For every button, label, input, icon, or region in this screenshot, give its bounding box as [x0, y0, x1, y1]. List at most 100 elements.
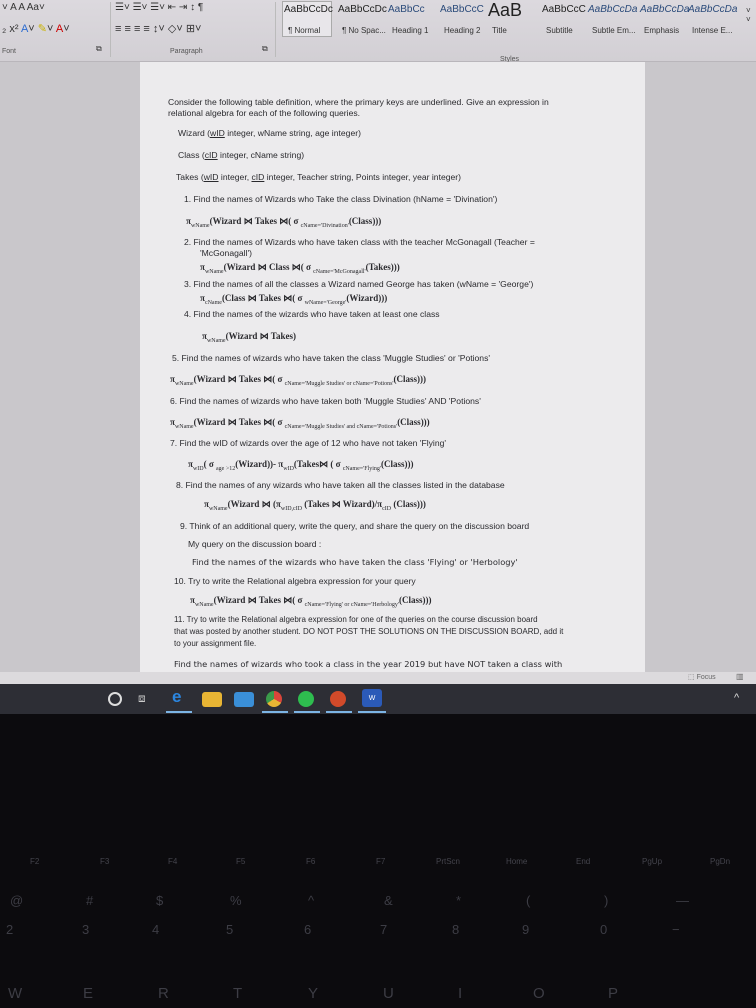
- function-key[interactable]: Home: [506, 857, 527, 866]
- function-key[interactable]: PrtScn: [436, 857, 460, 866]
- paragraph-dialog-launcher-icon[interactable]: ⧉: [262, 44, 268, 54]
- key-letter[interactable]: W: [8, 985, 22, 1002]
- style-name: Heading 1: [392, 26, 429, 35]
- font-format-row[interactable]: ₂ x² A˅ ✎˅ A˅: [2, 22, 70, 35]
- function-key[interactable]: F3: [100, 857, 109, 866]
- align-controls[interactable]: ≡ ≡ ≡ ≡ ↕˅ ◇˅ ⊞˅: [115, 22, 201, 35]
- chevron-up-icon[interactable]: ^: [734, 692, 739, 704]
- my-query: Find the names of the wizards who have t…: [192, 557, 518, 567]
- intro-line-2: relational algebra for each of the follo…: [168, 108, 361, 118]
- question-11-line-1: 11. Try to write the Relational algebra …: [174, 615, 538, 624]
- expr-part: (Wizard ⋈ Takes ⋈( σ: [209, 216, 301, 226]
- key-letter[interactable]: E: [83, 985, 93, 1002]
- key-letter[interactable]: R: [158, 985, 169, 1002]
- font-controls[interactable]: ˅ A A Aa˅: [2, 2, 45, 13]
- document-page[interactable]: Consider the following table definition,…: [140, 62, 645, 684]
- key-digit[interactable]: 8: [452, 922, 459, 937]
- expression-4: πwName(Wizard ⋈ Takes): [202, 331, 296, 344]
- list-controls[interactable]: ☰˅ ☰˅ ☰˅ ⇤ ⇥ ↕ ¶: [115, 2, 203, 13]
- key-symbol[interactable]: —: [676, 893, 689, 908]
- key-digit[interactable]: −: [672, 922, 680, 937]
- powerpoint-icon[interactable]: [330, 691, 346, 707]
- key-digit[interactable]: 9: [522, 922, 529, 937]
- expr-part: (Wizard))): [346, 293, 388, 303]
- key-letter[interactable]: O: [533, 985, 545, 1002]
- expression-3: πcName(Class ⋈ Takes ⋈( σ wName='George'…: [200, 293, 387, 306]
- expr-subscript: wName: [204, 268, 224, 275]
- file-explorer-icon[interactable]: [202, 692, 222, 707]
- function-key[interactable]: F7: [376, 857, 385, 866]
- key-symbol[interactable]: @: [10, 893, 23, 908]
- chrome-icon[interactable]: [266, 691, 282, 707]
- key-symbol[interactable]: %: [230, 893, 242, 908]
- class-schema: Class (cID integer, cName string): [178, 150, 305, 160]
- expression-1: πwName(Wizard ⋈ Takes ⋈( σ cName='Divina…: [186, 216, 381, 229]
- expression-6: πwName(Wizard ⋈ Takes ⋈( σ cName='Muggle…: [170, 417, 430, 430]
- style-preview[interactable]: AaBbCcDa: [588, 4, 637, 15]
- key-letter[interactable]: I: [458, 985, 462, 1002]
- style-preview[interactable]: AaBbCcDa: [688, 4, 737, 15]
- style-preview[interactable]: AaBbCcC: [542, 4, 586, 15]
- key-symbol[interactable]: &: [384, 893, 393, 908]
- question-9: 9. Think of an additional query, write t…: [180, 521, 530, 531]
- key-symbol[interactable]: (: [526, 893, 530, 908]
- style-preview[interactable]: AaBbCcDc: [338, 4, 387, 15]
- font-dialog-launcher-icon[interactable]: ⧉: [96, 44, 102, 54]
- function-key[interactable]: PgUp: [642, 857, 662, 866]
- expr-subscript: cName='Divination': [300, 222, 349, 229]
- key-symbol[interactable]: $: [156, 893, 163, 908]
- style-preview[interactable]: AaB: [488, 0, 522, 21]
- key-digit[interactable]: 5: [226, 922, 233, 937]
- cortana-icon[interactable]: [108, 692, 122, 706]
- function-key[interactable]: F2: [30, 857, 39, 866]
- expr-subscript: wName: [174, 423, 194, 430]
- key-symbol[interactable]: *: [456, 893, 461, 908]
- key-digit[interactable]: 4: [152, 922, 159, 937]
- expression-7: πwID( σ age >12(Wizard))- πwID(Takes⋈ ( …: [188, 459, 413, 472]
- question-6: 6. Find the names of wizards who have ta…: [170, 396, 481, 406]
- taskbar: ⧈ e W ^: [0, 684, 756, 714]
- task-view-icon[interactable]: ⧈: [138, 691, 158, 711]
- expr-subscript: cID: [382, 505, 392, 512]
- expr-part: (Takes⋈ ( σ: [293, 459, 343, 469]
- word-ribbon: ˅ A A Aa˅ ₂ x² A˅ ✎˅ A˅ Font ⧉ ☰˅ ☰˅ ☰˅ …: [0, 0, 756, 63]
- key-letter[interactable]: P: [608, 985, 618, 1002]
- styles-scroll-icon[interactable]: ˅ ˅: [746, 6, 751, 24]
- key-digit[interactable]: 0: [600, 922, 607, 937]
- function-key[interactable]: PgDn: [710, 857, 730, 866]
- style-preview[interactable]: AaBbCcDc: [284, 4, 333, 15]
- expr-subscript: wID: [283, 465, 294, 472]
- key-symbol[interactable]: ): [604, 893, 608, 908]
- function-key[interactable]: F4: [168, 857, 177, 866]
- expr-subscript: cName='McGonagall': [313, 268, 366, 275]
- key-digit[interactable]: 6: [304, 922, 311, 937]
- word-icon[interactable]: W: [362, 689, 382, 707]
- style-preview[interactable]: AaBbCcDa: [640, 4, 689, 15]
- expr-part: (Wizard ⋈ Takes): [225, 331, 296, 341]
- style-preview[interactable]: AaBbCc: [388, 4, 425, 15]
- spotify-icon[interactable]: [298, 691, 314, 707]
- focus-mode-button[interactable]: ⬚ Focus: [688, 673, 716, 681]
- expr-part: (Class))): [397, 417, 430, 427]
- function-key[interactable]: End: [576, 857, 590, 866]
- key-symbol[interactable]: #: [86, 893, 93, 908]
- mail-icon[interactable]: [234, 692, 254, 707]
- function-key[interactable]: F6: [306, 857, 315, 866]
- key-letter[interactable]: Y: [308, 985, 318, 1002]
- expr-part: (Wizard ⋈ Class ⋈( σ: [223, 262, 314, 272]
- expr-subscript: wID: [192, 465, 204, 472]
- read-mode-icon[interactable]: ▥: [736, 672, 744, 681]
- key-digit[interactable]: 2: [6, 922, 13, 937]
- expr-subscript: wID,cID: [280, 505, 303, 512]
- key-letter[interactable]: U: [383, 985, 394, 1002]
- edge-icon[interactable]: e: [172, 687, 192, 707]
- function-key[interactable]: F5: [236, 857, 245, 866]
- key-letter[interactable]: T: [233, 985, 242, 1002]
- key-digit[interactable]: 3: [82, 922, 89, 937]
- key-digit[interactable]: 7: [380, 922, 387, 937]
- question-4: 4. Find the names of the wizards who hav…: [184, 309, 440, 319]
- style-preview[interactable]: AaBbCcC: [440, 4, 484, 15]
- key-symbol[interactable]: ^: [308, 893, 314, 908]
- expr-subscript: cName='Flying' or cName='Herbology': [304, 601, 400, 608]
- style-name: Intense E...: [692, 26, 733, 35]
